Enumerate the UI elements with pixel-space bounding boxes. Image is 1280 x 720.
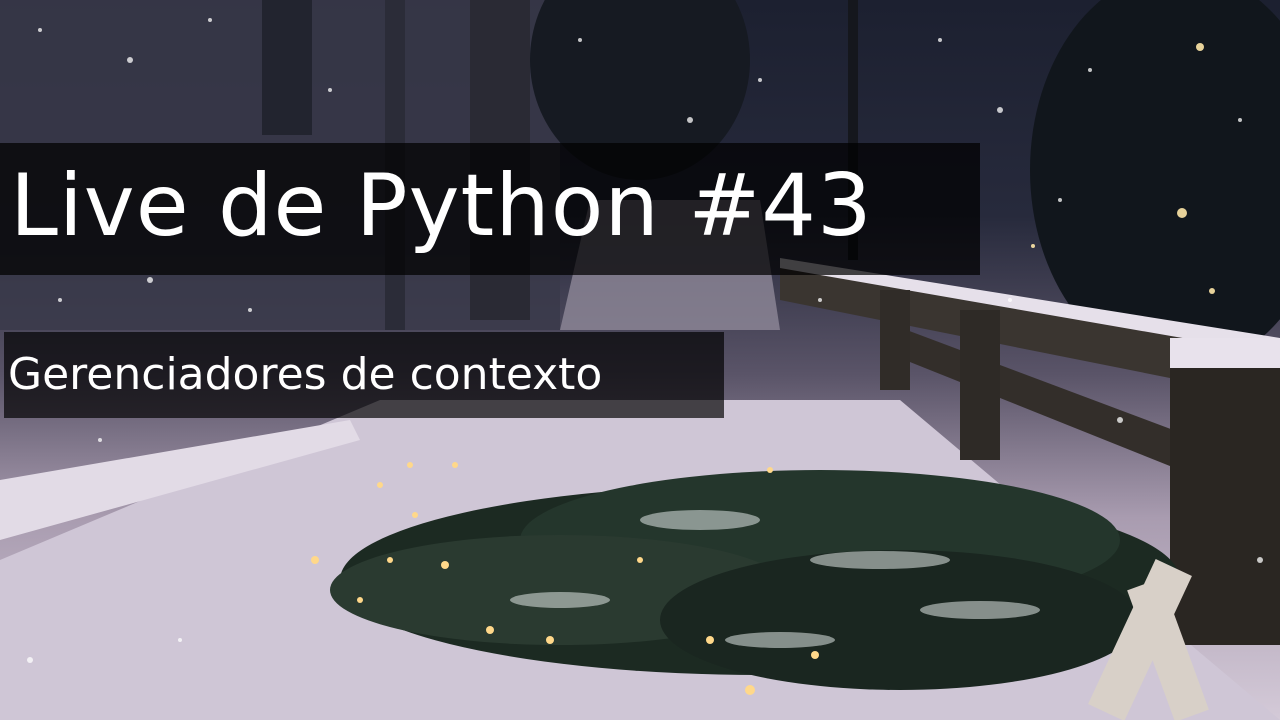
page-title: Live de Python #43 (10, 156, 873, 256)
thumbnail-scene: Live de Python #43 Gerenciadores de cont… (0, 0, 1280, 720)
page-subtitle: Gerenciadores de contexto (8, 349, 603, 400)
building-window (262, 0, 312, 135)
